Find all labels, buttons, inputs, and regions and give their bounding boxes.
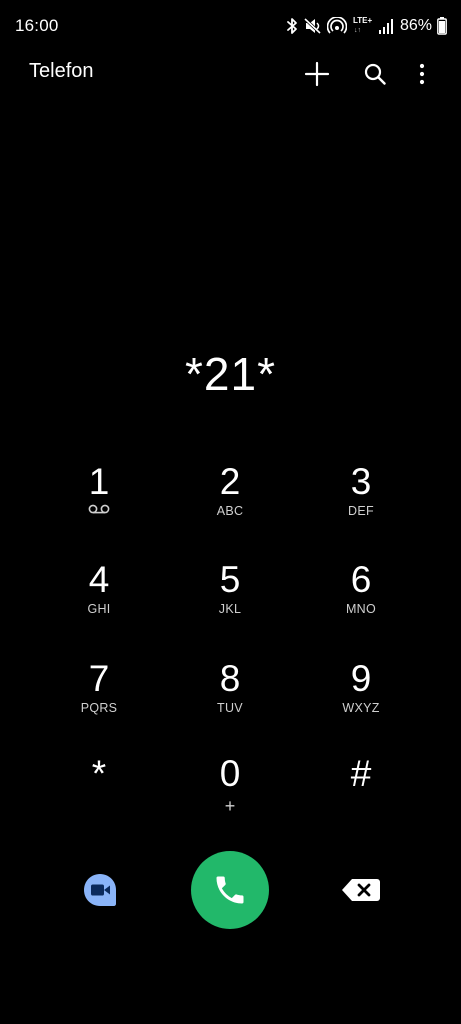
key-7[interactable]: 7 PQRS — [44, 657, 154, 737]
key-6[interactable]: 6 MNO — [306, 558, 416, 638]
key-2[interactable]: 2 ABC — [175, 460, 285, 540]
key-letters: TUV — [217, 701, 243, 715]
key-8[interactable]: 8 TUV — [175, 657, 285, 737]
backspace-icon — [342, 879, 380, 901]
status-icons: LTE+ ↓↑ 86% — [285, 14, 447, 38]
lte-arrows: ↓↑ — [353, 27, 361, 34]
video-call-icon — [84, 874, 116, 906]
bluetooth-icon — [285, 17, 299, 35]
key-0[interactable]: 0 + — [175, 752, 285, 832]
key-letters: + — [224, 796, 236, 816]
key-letters: ABC — [216, 504, 244, 518]
phone-icon — [216, 876, 244, 904]
search-icon — [364, 63, 386, 85]
battery-percent: 86% — [399, 17, 432, 34]
battery-icon — [437, 17, 447, 35]
key-1[interactable]: 1 — [44, 460, 154, 540]
add-contact-button[interactable] — [299, 56, 335, 92]
key-digit: 6 — [350, 559, 372, 600]
hotspot-icon — [326, 17, 347, 35]
key-digit: # — [350, 753, 372, 794]
app-bar: Telefon — [0, 52, 461, 96]
signal-icon — [378, 18, 393, 34]
key-letters: JKL — [218, 602, 242, 616]
key-digit: 7 — [88, 658, 110, 699]
key-letters: DEF — [348, 504, 374, 518]
page-title: Telefon — [29, 60, 94, 82]
lte-label: LTE+ — [352, 16, 373, 25]
key-digit: 8 — [219, 658, 241, 699]
backspace-button[interactable] — [340, 876, 382, 904]
lte-icon: LTE+ ↓↑ — [352, 16, 374, 36]
more-options-button[interactable] — [404, 56, 440, 92]
key-5[interactable]: 5 JKL — [175, 558, 285, 638]
key-digit: 2 — [219, 461, 241, 502]
more-icon — [419, 63, 425, 85]
key-9[interactable]: 9 WXYZ — [306, 657, 416, 737]
key-star[interactable]: * — [44, 752, 154, 832]
mute-icon — [303, 17, 322, 35]
video-call-button[interactable] — [80, 870, 120, 910]
call-button[interactable] — [191, 851, 269, 929]
dialed-number[interactable]: *21* — [0, 340, 461, 408]
key-digit: 3 — [350, 461, 372, 502]
key-letters: GHI — [87, 602, 111, 616]
key-letters: MNO — [345, 602, 377, 616]
key-digit: 4 — [88, 559, 110, 600]
key-letters: WXYZ — [342, 701, 380, 715]
key-digit: 5 — [219, 559, 241, 600]
key-digit: 0 — [219, 753, 241, 794]
key-digit: 9 — [350, 658, 372, 699]
search-button[interactable] — [357, 56, 393, 92]
add-icon — [304, 61, 330, 87]
key-letters: PQRS — [80, 701, 118, 715]
voicemail-icon — [44, 504, 154, 518]
key-hash[interactable]: # — [306, 752, 416, 832]
status-bar: 16:00 LTE+ ↓↑ 86% — [0, 0, 461, 52]
key-digit: * — [91, 753, 107, 794]
key-3[interactable]: 3 DEF — [306, 460, 416, 540]
key-4[interactable]: 4 GHI — [44, 558, 154, 638]
key-digit: 1 — [88, 461, 110, 502]
status-time: 16:00 — [15, 16, 59, 35]
